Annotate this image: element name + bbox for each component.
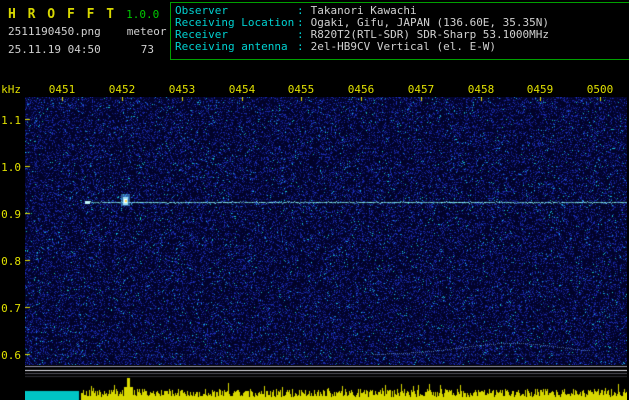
timestamp: 25.11.19 04:50 [8, 43, 101, 56]
time-tick-label: 0456 [347, 83, 375, 96]
time-row: 25.11.19 04:50 73 [8, 43, 154, 56]
station-info-panel: Observer: Takanori Kawachi Receiving Loca… [170, 2, 629, 60]
time-tick-label: 0453 [168, 83, 196, 96]
time-tick-label: 0500 [586, 83, 614, 96]
time-tick-label: 0452 [108, 83, 136, 96]
app-title: H R O F F T [8, 7, 117, 22]
freq-axis-unit: kHz [1, 83, 21, 96]
freq-tick-label: 1.0 [1, 161, 21, 174]
hrofft-output-window: H R O F F T 1.0.0 2511190450.png meteor 25… [0, 0, 629, 400]
time-tick-label: 0459 [526, 83, 554, 96]
signal-level-canvas [25, 365, 627, 400]
freq-tick-label: 0.9 [1, 208, 21, 221]
time-tick-label: 0454 [228, 83, 256, 96]
filename: 2511190450.png [8, 25, 101, 38]
info-value: 2el-HB9CV Vertical (el. E-W) [310, 40, 497, 53]
info-colon: : [297, 40, 304, 53]
freq-tick-label: 0.8 [1, 255, 21, 268]
time-tick-label: 0451 [48, 83, 76, 96]
observation-mode: meteor [126, 25, 167, 38]
info-label: Receiving antenna [175, 40, 288, 53]
time-tick-label: 0458 [467, 83, 495, 96]
echo-count: 73 [140, 43, 154, 56]
file-row: 2511190450.png meteor [8, 25, 166, 38]
spectrogram-canvas [25, 97, 627, 365]
app-version: 1.0.0 [126, 8, 160, 21]
time-tick-label: 0455 [287, 83, 315, 96]
info-row-antenna: Receiving antenna:2el-HB9CV Vertical (el… [175, 41, 627, 53]
freq-tick-label: 0.7 [1, 302, 21, 315]
freq-tick-label: 0.6 [1, 349, 21, 362]
title-row: H R O F F T 1.0.0 [8, 3, 159, 22]
freq-tick-label: 1.1 [1, 114, 21, 127]
time-tick-label: 0457 [407, 83, 435, 96]
